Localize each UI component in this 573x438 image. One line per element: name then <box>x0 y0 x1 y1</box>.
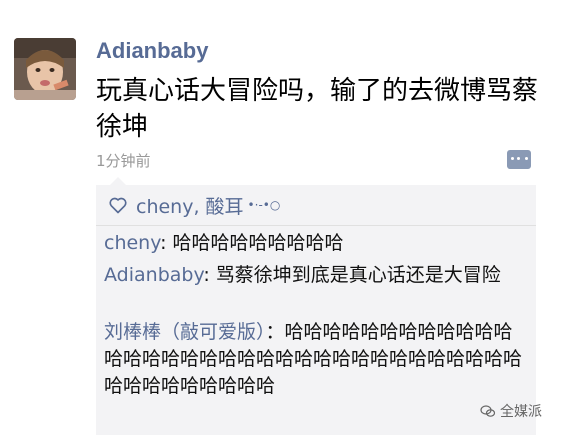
comment-author[interactable]: Adianbaby <box>104 264 203 286</box>
comment-author[interactable]: cheny <box>104 232 160 254</box>
likes-emoji: •·-•○ <box>247 198 281 212</box>
moments-post: Adianbaby 玩真心话大冒险吗，输了的去微博骂蔡徐坤 1分钟前 cheny… <box>0 0 573 438</box>
watermark-text: 全媒派 <box>500 404 542 420</box>
likes-divider <box>96 225 536 226</box>
comment-text: 哈哈哈哈哈哈哈哈哈 <box>172 232 344 254</box>
comment-separator: : <box>160 232 173 254</box>
post-timestamp: 1分钟前 <box>96 152 151 170</box>
watermark: 全媒派 <box>480 401 542 421</box>
likes-names[interactable]: cheny, 酸耳 <box>136 192 244 219</box>
comment-item[interactable]: Adianbaby: 骂蔡徐坤到底是真心话还是大冒险 <box>104 262 529 289</box>
post-content: 玩真心话大冒险吗，输了的去微博骂蔡徐坤 <box>96 76 539 142</box>
avatar-photo <box>14 38 76 100</box>
wechat-logo-icon <box>480 405 496 417</box>
comment-separator: ： <box>265 321 285 343</box>
avatar[interactable] <box>14 38 76 100</box>
comment-icon[interactable] <box>507 150 531 169</box>
comment-author[interactable]: 刘棒棒（敲可爱版） <box>104 321 266 343</box>
comments-panel: cheny, 酸耳 •·-•○ cheny: 哈哈哈哈哈哈哈哈哈 Adianba… <box>96 177 536 435</box>
comment-item[interactable]: cheny: 哈哈哈哈哈哈哈哈哈 <box>104 230 529 257</box>
comment-separator: : <box>203 264 216 286</box>
comment-item[interactable]: 刘棒棒（敲可爱版）：哈哈哈哈哈哈哈哈哈哈哈哈哈哈哈哈哈哈哈哈哈哈哈哈哈哈哈哈哈哈… <box>104 319 529 400</box>
heart-icon <box>109 197 127 214</box>
likes-row: cheny, 酸耳 •·-•○ <box>108 190 280 220</box>
post-username[interactable]: Adianbaby <box>96 38 208 64</box>
comment-text: 骂蔡徐坤到底是真心话还是大冒险 <box>215 264 501 286</box>
